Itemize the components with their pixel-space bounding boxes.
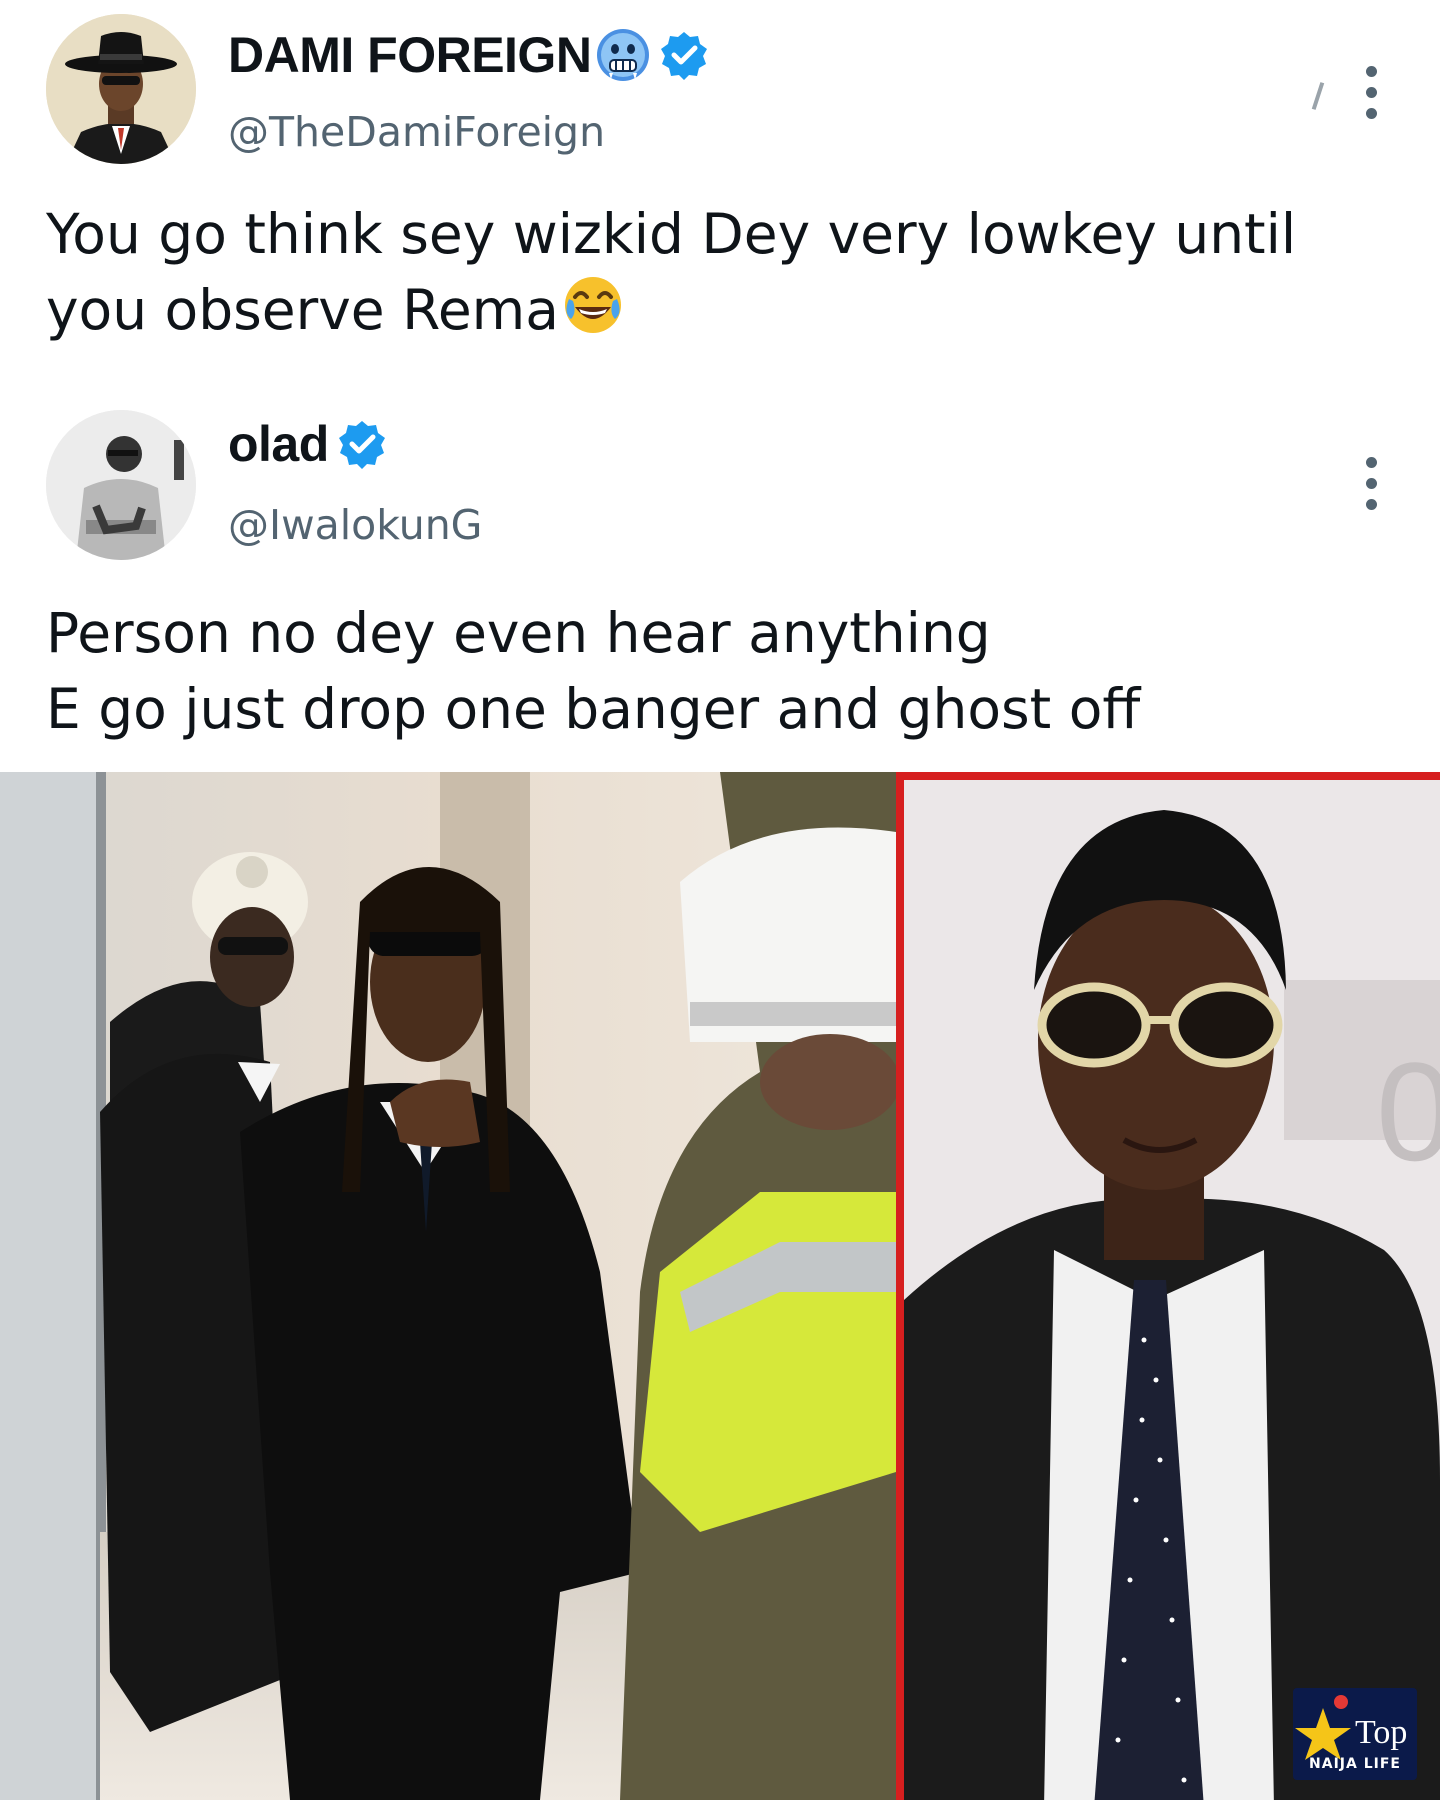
- verified-badge-icon: [661, 32, 708, 80]
- tweet-text-line: Person no dey even hear anything: [46, 601, 991, 665]
- divider-tick: [1311, 82, 1325, 110]
- tweet-card-olad[interactable]: olad @IwalokunG Person no dey even hear …: [0, 395, 1440, 770]
- tweet-text-line: You go think sey wizkid Dey very lowkey …: [46, 202, 1297, 266]
- logo-subtitle: NAIJA LIFE: [1309, 1756, 1401, 1772]
- author-handle[interactable]: @TheDamiForeign: [228, 108, 605, 156]
- cold-face-emoji-icon: [597, 29, 650, 81]
- author-name-row[interactable]: DAMI FOREIGN: [228, 26, 709, 84]
- tweet-text-line: E go just drop one banger and ghost off: [46, 677, 1141, 741]
- avatar[interactable]: [46, 14, 196, 164]
- tweet-text-line: you observe Rema: [46, 272, 1406, 348]
- more-options-icon[interactable]: [1364, 66, 1378, 119]
- photo-wizkid-portrait: 0: [896, 772, 1440, 1800]
- tears-of-joy-emoji-icon: [564, 277, 621, 333]
- avatar[interactable]: [46, 410, 196, 560]
- tweet-card-dami-foreign[interactable]: DAMI FOREIGN @TheDamiForeign You go thin…: [0, 0, 1440, 395]
- top-naija-life-logo: Top NAIJA LIFE: [1293, 1688, 1417, 1780]
- svg-text:0: 0: [1376, 1033, 1440, 1190]
- photo-rema-with-escorts: [0, 772, 896, 1800]
- logo-brand-mark: Top: [1355, 1714, 1408, 1751]
- tweet-body: You go think sey wizkid Dey very lowkey …: [46, 196, 1406, 348]
- more-options-icon[interactable]: [1364, 457, 1378, 510]
- author-name-row[interactable]: olad: [228, 415, 387, 473]
- tweet-body: Person no dey even hear anything E go ju…: [46, 595, 1406, 747]
- photo-collage: 0: [0, 772, 1440, 1800]
- author-handle[interactable]: @IwalokunG: [228, 501, 482, 549]
- display-name[interactable]: olad: [228, 415, 329, 473]
- verified-badge-icon: [338, 421, 385, 469]
- tweet-text-segment: you observe Rema: [46, 278, 559, 342]
- display-name[interactable]: DAMI FOREIGN: [228, 26, 592, 84]
